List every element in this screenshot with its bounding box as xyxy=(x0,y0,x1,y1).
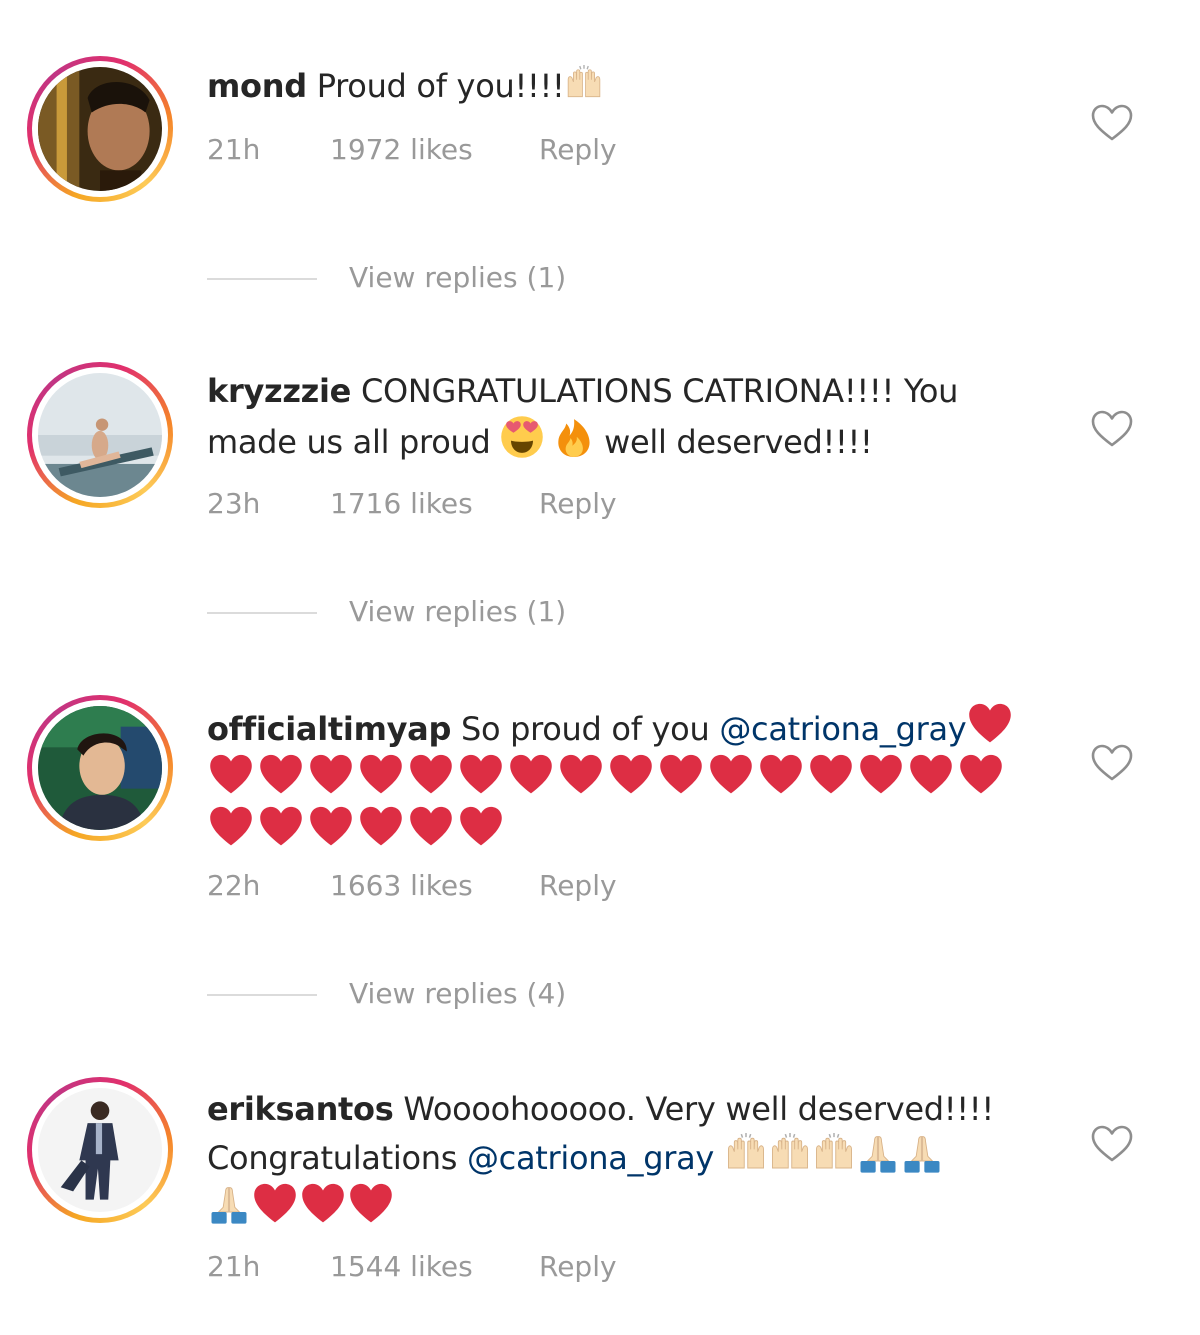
red-heart-emoji xyxy=(907,753,955,797)
story-ring[interactable] xyxy=(27,56,173,202)
comment-body: Proud of you!!!! xyxy=(316,67,565,105)
story-ring[interactable] xyxy=(27,1077,173,1223)
likes-count[interactable]: 1544 likes xyxy=(330,1247,473,1287)
mention-link[interactable]: @catriona_gray xyxy=(467,1139,714,1177)
red-heart-emoji xyxy=(257,753,305,797)
red-heart-emoji xyxy=(957,753,1005,797)
like-button[interactable] xyxy=(1090,743,1134,783)
comment-text: mond Proud of you!!!! xyxy=(207,62,1037,110)
avatar[interactable] xyxy=(38,373,162,497)
reply-button[interactable]: Reply xyxy=(539,866,617,906)
comment-body: So proud of you xyxy=(460,710,710,748)
heart-outline-icon xyxy=(1090,1124,1134,1164)
comment-text: eriksantos Woooohooooo. Very well deserv… xyxy=(207,1085,1037,1233)
reply-button[interactable]: Reply xyxy=(539,1247,617,1287)
fire-emoji xyxy=(554,417,594,459)
red-heart-emoji xyxy=(307,805,355,849)
red-heart-emoji xyxy=(357,753,405,797)
timestamp[interactable]: 22h xyxy=(207,866,260,906)
raising-hands-emoji xyxy=(768,1133,812,1175)
avatar-image xyxy=(38,1088,162,1212)
heart-outline-icon xyxy=(1090,103,1134,143)
username-link[interactable]: officialtimyap xyxy=(207,710,451,748)
divider-line xyxy=(207,994,317,996)
avatar-gap xyxy=(32,1082,168,1218)
avatar-image xyxy=(38,706,162,830)
red-heart-emoji xyxy=(251,1182,299,1226)
hearts-emoji-row xyxy=(207,753,1027,857)
red-heart-emoji xyxy=(207,753,255,797)
raising-hands-emoji xyxy=(724,1133,768,1175)
heart-outline-icon xyxy=(1090,743,1134,783)
avatar-image xyxy=(38,67,162,191)
raising-hands-emoji xyxy=(565,65,603,103)
avatar-gap xyxy=(32,700,168,836)
username-link[interactable]: eriksantos xyxy=(207,1090,394,1128)
folded-hands-emoji xyxy=(207,1184,251,1226)
red-heart-emoji xyxy=(299,1182,347,1226)
comment-body-end: well deserved!!!! xyxy=(604,423,873,461)
red-heart-emoji xyxy=(757,753,805,797)
heart-outline-icon xyxy=(1090,409,1134,449)
timestamp[interactable]: 21h xyxy=(207,130,260,170)
red-heart-emoji xyxy=(807,753,855,797)
red-heart-emoji xyxy=(407,805,455,849)
red-heart-emoji xyxy=(857,753,905,797)
raising-hands-emoji xyxy=(812,1133,856,1175)
timestamp[interactable]: 23h xyxy=(207,484,260,524)
timestamp[interactable]: 21h xyxy=(207,1247,260,1287)
red-heart-emoji xyxy=(657,753,705,797)
folded-hands-emoji xyxy=(900,1133,944,1175)
avatar-gap xyxy=(32,367,168,503)
story-ring[interactable] xyxy=(27,362,173,508)
red-heart-emoji xyxy=(307,753,355,797)
red-heart-emoji xyxy=(966,702,1014,746)
divider-line xyxy=(207,612,317,614)
red-heart-emoji xyxy=(357,805,405,849)
like-button[interactable] xyxy=(1090,409,1134,449)
likes-count[interactable]: 1663 likes xyxy=(330,866,473,906)
avatar-image xyxy=(38,373,162,497)
red-heart-emoji xyxy=(347,1182,395,1226)
comment-text: officialtimyap So proud of you @catriona… xyxy=(207,702,1037,857)
username-link[interactable]: mond xyxy=(207,67,307,105)
red-heart-emoji xyxy=(207,805,255,849)
red-heart-emoji xyxy=(707,753,755,797)
reply-button[interactable]: Reply xyxy=(539,484,617,524)
red-heart-emoji xyxy=(607,753,655,797)
red-heart-emoji xyxy=(407,753,455,797)
red-heart-emoji xyxy=(257,805,305,849)
like-button[interactable] xyxy=(1090,1124,1134,1164)
red-heart-emoji xyxy=(457,753,505,797)
reply-button[interactable]: Reply xyxy=(539,130,617,170)
username-link[interactable]: kryzzzie xyxy=(207,372,351,410)
red-heart-emoji xyxy=(557,753,605,797)
avatar[interactable] xyxy=(38,1088,162,1212)
mention-link[interactable]: @catriona_gray xyxy=(719,710,966,748)
view-replies-label[interactable]: View replies (1) xyxy=(349,258,566,298)
like-button[interactable] xyxy=(1090,103,1134,143)
story-ring[interactable] xyxy=(27,695,173,841)
likes-count[interactable]: 1716 likes xyxy=(330,484,473,524)
avatar[interactable] xyxy=(38,706,162,830)
likes-count[interactable]: 1972 likes xyxy=(330,130,473,170)
avatar-gap xyxy=(32,61,168,197)
folded-hands-emoji xyxy=(856,1133,900,1175)
view-replies-label[interactable]: View replies (4) xyxy=(349,974,566,1014)
red-heart-emoji xyxy=(457,805,505,849)
red-heart-emoji xyxy=(507,753,555,797)
avatar[interactable] xyxy=(38,67,162,191)
comment-text: kryzzzie CONGRATULATIONS CATRIONA!!!! Yo… xyxy=(207,367,1037,466)
divider-line xyxy=(207,278,317,280)
view-replies-label[interactable]: View replies (1) xyxy=(349,592,566,632)
heart-eyes-emoji xyxy=(500,415,544,459)
